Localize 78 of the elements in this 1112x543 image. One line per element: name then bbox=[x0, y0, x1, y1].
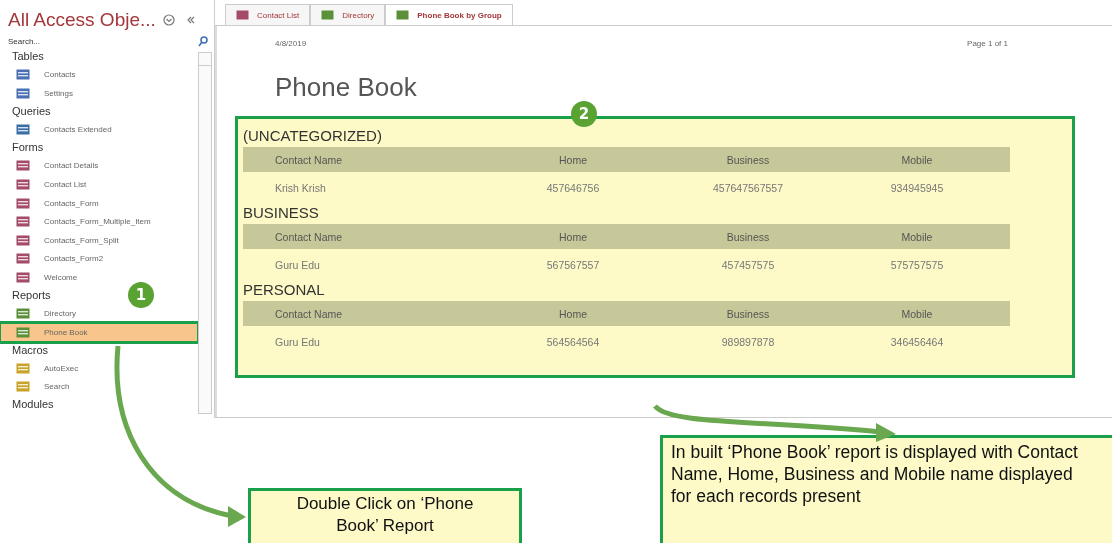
table-cell-text: 567567557 bbox=[545, 259, 601, 271]
column-header: Mobile bbox=[900, 230, 934, 243]
group-header[interactable]: Forms bbox=[12, 140, 44, 153]
nav-item[interactable]: Contacts_Form_Multiple_Item bbox=[0, 212, 198, 231]
table-object-icon bbox=[16, 88, 30, 99]
collapse-pane-icon[interactable] bbox=[185, 15, 196, 25]
column-header: Home bbox=[558, 230, 588, 243]
nav-item[interactable]: Settings bbox=[0, 84, 198, 103]
form-object-icon bbox=[16, 160, 30, 172]
report-object-icon bbox=[16, 326, 30, 338]
group-header[interactable]: Reports bbox=[12, 288, 51, 301]
macro-object-icon bbox=[16, 381, 30, 393]
table-cell-text: 934945945 bbox=[889, 182, 945, 194]
dropdown-icon[interactable] bbox=[162, 14, 175, 26]
column-header: Home bbox=[558, 307, 588, 320]
callout-box: Double Click on ‘Phone Book’ Report bbox=[248, 488, 522, 543]
report-date: 4/8/2019 bbox=[275, 39, 307, 48]
table-cell-text: 457457575 bbox=[720, 259, 776, 271]
pane-title: All Access Obje... bbox=[8, 9, 156, 31]
nav-item[interactable]: Contact Details bbox=[0, 156, 198, 176]
table-cell-text: Guru Edu bbox=[275, 259, 321, 271]
group-header[interactable]: Macros bbox=[12, 343, 49, 356]
nav-item[interactable]: Contacts_Form2 bbox=[0, 249, 198, 269]
tab-object-icon bbox=[236, 10, 249, 20]
column-header: Business bbox=[725, 307, 771, 320]
nav-item[interactable]: Contacts_Form_Split bbox=[0, 230, 198, 250]
form-object-icon bbox=[16, 178, 30, 190]
nav-item[interactable]: Contacts bbox=[0, 65, 198, 85]
table-cell-text: 564564564 bbox=[545, 336, 601, 348]
macro-object-icon bbox=[16, 362, 30, 374]
table-cell-text: 457646756 bbox=[545, 182, 601, 194]
step-marker: 1 bbox=[128, 282, 154, 308]
column-header: Contact Name bbox=[275, 230, 344, 243]
step-marker: 2 bbox=[571, 101, 597, 127]
nav-item[interactable]: Phone Book bbox=[0, 322, 198, 342]
scrollbar[interactable] bbox=[198, 52, 212, 414]
column-header: Mobile bbox=[900, 307, 934, 320]
nav-item[interactable]: Contacts Extended bbox=[0, 120, 198, 139]
column-header: Home bbox=[558, 153, 588, 166]
search-icon[interactable] bbox=[198, 35, 208, 47]
table-cell-text: Guru Edu bbox=[275, 336, 321, 348]
report-title: Phone Book bbox=[275, 72, 417, 102]
group-heading: BUSINESS bbox=[243, 204, 320, 223]
report-object-icon bbox=[16, 308, 30, 320]
document-tab[interactable]: Contact List bbox=[225, 4, 311, 25]
group-header[interactable]: Queries bbox=[12, 104, 51, 117]
group-heading: (UNCATEGORIZED) bbox=[243, 127, 383, 146]
tab-object-icon bbox=[396, 10, 410, 20]
table-cell-text: Krish Krish bbox=[275, 182, 327, 194]
form-object-icon bbox=[16, 216, 30, 228]
query-object-icon bbox=[16, 124, 30, 136]
column-header: Mobile bbox=[900, 153, 934, 166]
page-number: Page 1 of 1 bbox=[967, 39, 1008, 48]
group-heading: PERSONAL bbox=[243, 281, 326, 300]
nav-item[interactable]: Contact List bbox=[0, 175, 198, 194]
column-header: Contact Name bbox=[275, 307, 344, 320]
tab-object-icon bbox=[321, 10, 335, 20]
table-cell-text: 457647567557 bbox=[711, 182, 785, 194]
column-header: Contact Name bbox=[275, 153, 344, 166]
form-object-icon bbox=[16, 197, 30, 209]
table-cell-text: 575757575 bbox=[889, 259, 945, 271]
form-object-icon bbox=[16, 234, 30, 246]
column-header: Business bbox=[725, 230, 771, 243]
group-header[interactable]: Modules bbox=[12, 398, 54, 411]
search-field[interactable]: Search... bbox=[8, 35, 198, 47]
column-header: Business bbox=[725, 153, 771, 166]
nav-item[interactable]: AutoExec bbox=[0, 359, 198, 378]
form-object-icon bbox=[16, 253, 30, 265]
form-object-icon bbox=[16, 271, 30, 283]
document-tab[interactable]: Phone Book by Group bbox=[385, 4, 513, 25]
nav-item[interactable]: Search bbox=[0, 377, 198, 397]
table-object-icon bbox=[16, 69, 30, 81]
callout-box: In built ‘Phone Book’ report is displayed with Contact Name, Home, Business and Mobile name displayed for each records present bbox=[660, 435, 1112, 543]
nav-item[interactable]: Contacts_Form bbox=[0, 193, 198, 213]
table-cell-text: 989897878 bbox=[720, 336, 776, 348]
table-cell-text: 346456464 bbox=[889, 336, 945, 348]
group-header[interactable]: Tables bbox=[12, 50, 44, 62]
document-tab[interactable]: Directory bbox=[310, 4, 386, 25]
